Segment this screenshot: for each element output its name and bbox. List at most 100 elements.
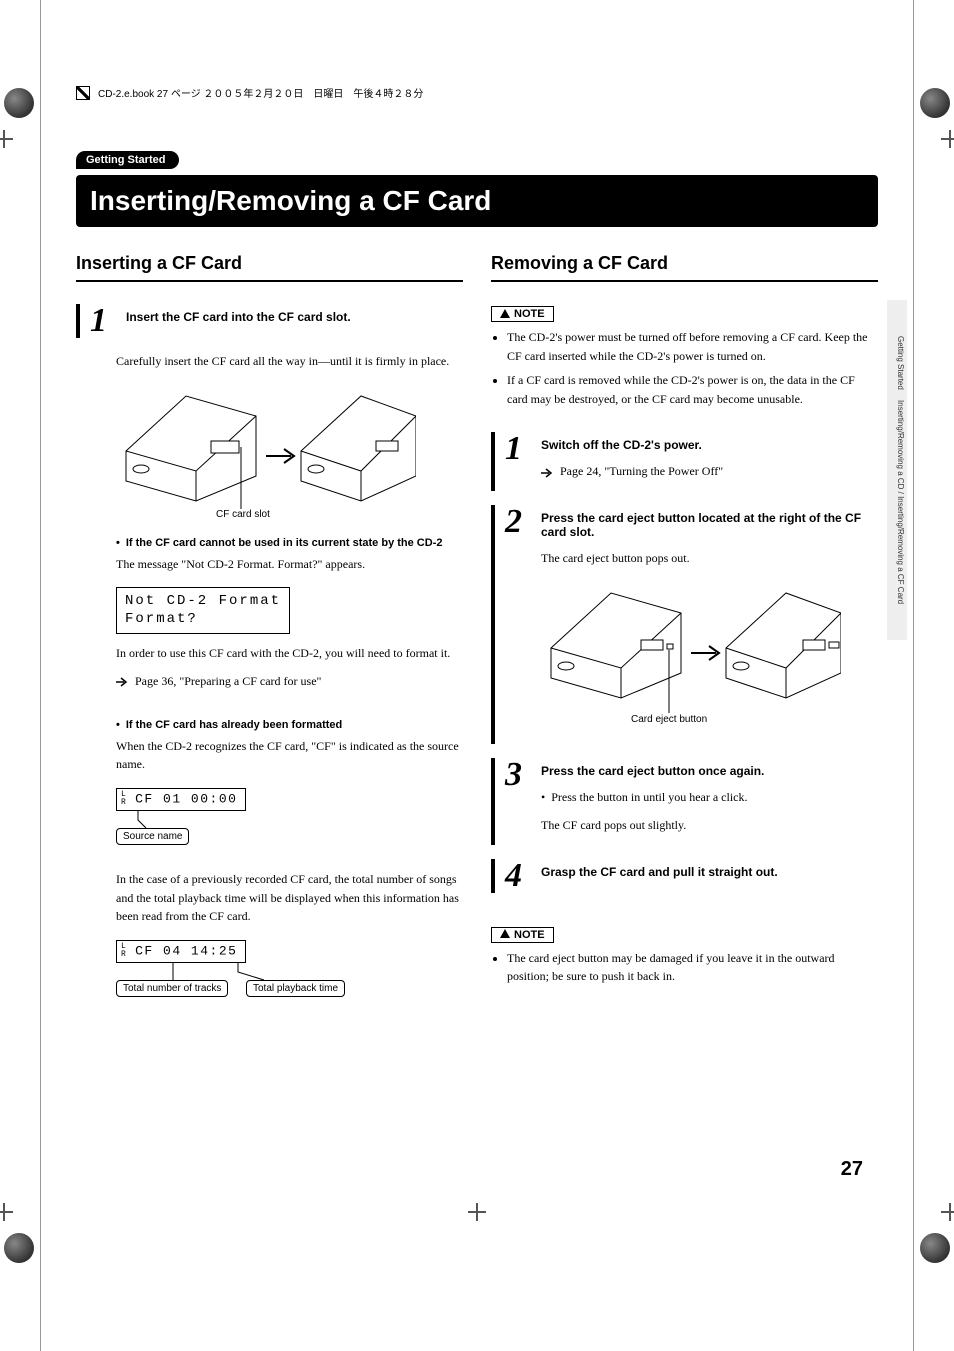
side-tab-section: Getting Started <box>896 336 905 390</box>
reference-arrow-icon <box>116 677 128 687</box>
lcd-lr-meter: LR <box>121 943 126 959</box>
figure-callout: CF card slot <box>216 509 270 520</box>
note-badge: NOTE <box>491 306 554 322</box>
figure-lcd-source: LR CF 01 00:00 Source name <box>116 784 463 854</box>
lcd-line: Not CD-2 Format <box>125 592 281 610</box>
note-badge: NOTE <box>491 927 554 943</box>
paragraph: In the case of a previously recorded CF … <box>116 870 463 926</box>
reference-text: Page 36, "Preparing a CF card for use" <box>135 674 321 688</box>
bullet-icon: • <box>116 537 120 549</box>
lcd-line: Format? <box>125 610 281 628</box>
step-block: 3 Press the card eject button once again… <box>491 758 878 845</box>
step-number: 3 <box>505 758 531 845</box>
section-heading-removing: Removing a CF Card <box>491 253 878 282</box>
side-index-tab: Getting Started Inserting/Removing a CD … <box>887 300 907 640</box>
header-text: CD-2.e.book 27 ページ ２００５年２月２０日 日曜日 午後４時２８… <box>98 85 423 100</box>
callout-connector <box>236 962 266 982</box>
step-rule <box>491 859 495 893</box>
lcd-text: CF 04 14:25 <box>135 943 237 958</box>
lcd-display: LR CF 01 00:00 <box>116 788 246 811</box>
crop-corner-dot <box>920 88 950 118</box>
figure-cf-slot: CF card slot <box>116 381 463 521</box>
step-body: Insert the CF card into the CF card slot… <box>126 304 463 338</box>
figure-eject-button: Card eject button <box>541 578 878 728</box>
warning-triangle-icon <box>500 929 510 938</box>
crop-mark-icon <box>468 1203 486 1221</box>
device-illustration <box>116 381 416 521</box>
note-list: The CD-2's power must be turned off befo… <box>491 328 878 408</box>
step-title: Press the card eject button once again. <box>541 758 878 778</box>
sub-heading-text: If the CF card has already been formatte… <box>126 719 342 731</box>
bullet-text: Press the button in until you hear a cli… <box>551 788 747 807</box>
callout-connector <box>136 810 156 830</box>
reference-text: Page 24, "Turning the Power Off" <box>560 464 723 478</box>
step-body: Grasp the CF card and pull it straight o… <box>541 859 878 893</box>
cross-reference: Page 36, "Preparing a CF card for use" <box>116 672 463 691</box>
step-title: Switch off the CD-2's power. <box>541 432 878 452</box>
callout-label: Source name <box>116 828 189 845</box>
step-rule <box>491 505 495 744</box>
crop-mark-icon <box>941 1203 954 1221</box>
step-body: Press the card eject button located at t… <box>541 505 878 744</box>
figure-lcd-tracks: LR CF 04 14:25 Total number of tracks To… <box>116 936 463 1006</box>
bullet-icon: • <box>116 719 120 731</box>
crop-mark-icon <box>0 130 13 148</box>
step-number: 2 <box>505 505 531 744</box>
callout-connector <box>171 962 191 982</box>
note-label: NOTE <box>514 308 545 320</box>
callout-label: Total playback time <box>246 980 345 997</box>
bullet-item: • Press the button in until you hear a c… <box>541 788 878 807</box>
step-block: 4 Grasp the CF card and pull it straight… <box>491 859 878 893</box>
section-badge: Getting Started <box>76 151 179 169</box>
device-illustration <box>541 578 841 728</box>
document-header-info: CD-2.e.book 27 ページ ２００５年２月２０日 日曜日 午後４時２８… <box>76 85 878 100</box>
lcd-display: LR CF 04 14:25 <box>116 940 246 963</box>
warning-triangle-icon <box>500 309 510 318</box>
step-title: Grasp the CF card and pull it straight o… <box>541 859 878 879</box>
figure-callout: Card eject button <box>631 714 707 725</box>
paragraph: The CF card pops out slightly. <box>541 816 878 835</box>
bullet-icon: • <box>541 788 545 807</box>
sub-heading: • If the CF card cannot be used in its c… <box>116 537 463 549</box>
lcd-text: CF 01 00:00 <box>135 791 237 806</box>
page-title: Inserting/Removing a CF Card <box>76 175 878 227</box>
step-number: 1 <box>90 304 116 338</box>
paragraph: The card eject button pops out. <box>541 549 878 568</box>
crop-corner-dot <box>4 1233 34 1263</box>
crop-corner-dot <box>920 1233 950 1263</box>
callout-label: Total number of tracks <box>116 980 228 997</box>
step-block: 2 Press the card eject button located at… <box>491 505 878 744</box>
step-body: Press the card eject button once again. … <box>541 758 878 845</box>
step-rule <box>491 758 495 845</box>
left-column: Inserting a CF Card 1 Insert the CF card… <box>76 253 463 1022</box>
step-number: 1 <box>505 432 531 491</box>
note-item: If a CF card is removed while the CD-2's… <box>507 371 878 408</box>
lcd-lr-meter: LR <box>121 791 126 807</box>
two-column-layout: Inserting a CF Card 1 Insert the CF card… <box>76 253 878 1022</box>
step-body: Switch off the CD-2's power. Page 24, "T… <box>541 432 878 491</box>
crop-corner-dot <box>4 88 34 118</box>
note-item: The card eject button may be damaged if … <box>507 949 878 986</box>
reference-arrow-icon <box>541 468 553 478</box>
lcd-display: Not CD-2 Format Format? <box>116 587 290 633</box>
step-detail: Carefully insert the CF card all the way… <box>76 352 463 1006</box>
step-rule <box>76 304 80 338</box>
step-title: Press the card eject button located at t… <box>541 505 878 539</box>
sub-heading: • If the CF card has already been format… <box>116 719 463 731</box>
step-number: 4 <box>505 859 531 893</box>
cross-reference: Page 24, "Turning the Power Off" <box>541 462 878 481</box>
note-label: NOTE <box>514 929 545 941</box>
note-list: The card eject button may be damaged if … <box>491 949 878 986</box>
paragraph: The message "Not CD-2 Format. Format?" a… <box>116 555 463 574</box>
side-tab-page-path: Inserting/Removing a CD / Inserting/Remo… <box>896 400 905 604</box>
paragraph: Carefully insert the CF card all the way… <box>116 352 463 371</box>
section-heading-inserting: Inserting a CF Card <box>76 253 463 282</box>
page-number: 27 <box>841 1158 863 1181</box>
step-title: Insert the CF card into the CF card slot… <box>126 304 463 324</box>
paragraph: In order to use this CF card with the CD… <box>116 644 463 663</box>
step-block: 1 Switch off the CD-2's power. Page 24, … <box>491 432 878 491</box>
note-item: The CD-2's power must be turned off befo… <box>507 328 878 365</box>
step-block: 1 Insert the CF card into the CF card sl… <box>76 304 463 338</box>
crop-mark-icon <box>0 1203 13 1221</box>
book-icon <box>76 86 90 100</box>
